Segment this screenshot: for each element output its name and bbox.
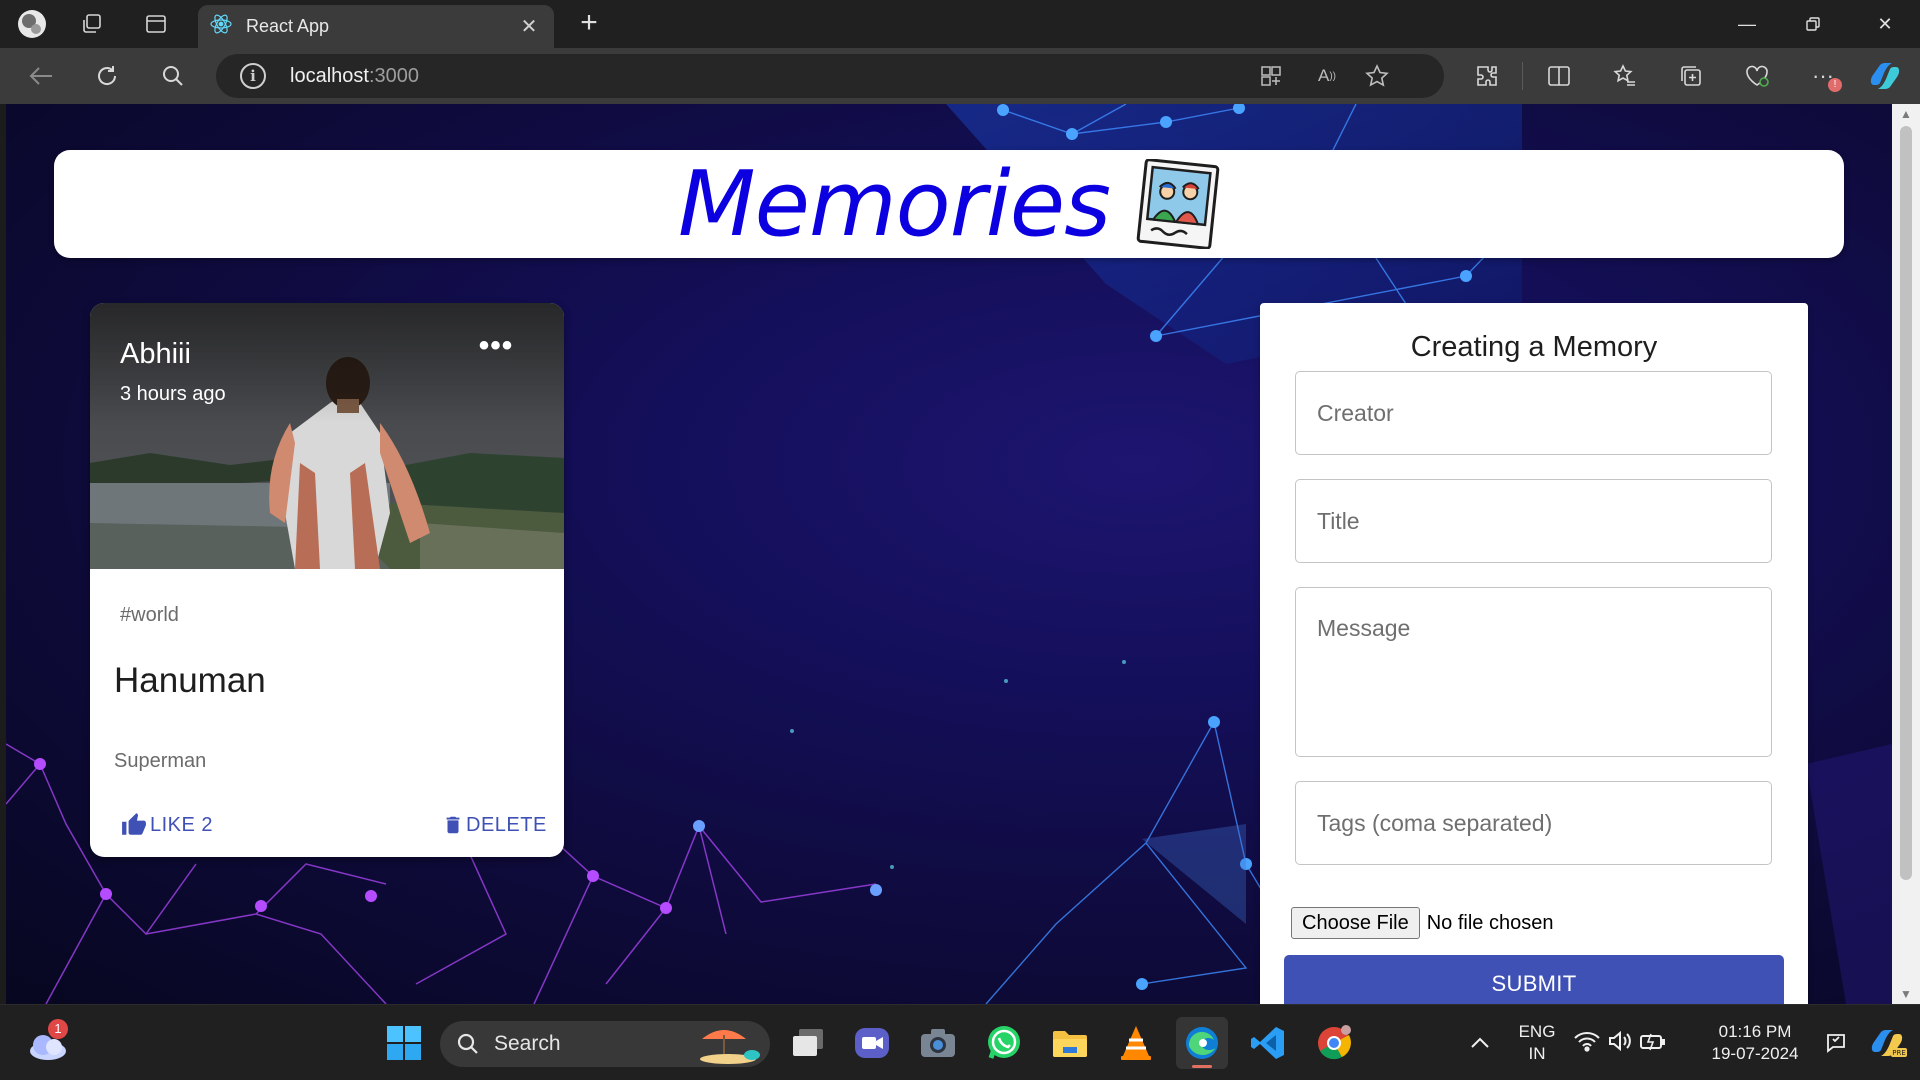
notification-icon[interactable] <box>1814 1017 1858 1069</box>
like-label: LIKE 2 <box>150 813 214 836</box>
split-screen-icon[interactable] <box>1540 58 1578 94</box>
search-label: Search <box>494 1032 561 1055</box>
search-highlight-icon <box>694 1025 764 1070</box>
language-indicator[interactable]: ENG IN <box>1512 1021 1562 1065</box>
favorites-icon[interactable] <box>1606 58 1644 94</box>
app-header: Memories <box>54 150 1844 258</box>
scroll-down-icon[interactable]: ▼ <box>1892 984 1920 1004</box>
url-host: localhost <box>290 64 369 87</box>
url-bar[interactable]: i localhost:3000 A)) <box>216 54 1444 98</box>
refresh-button[interactable] <box>88 58 126 94</box>
card-message: Superman <box>114 750 207 772</box>
show-hidden-icons-chevron[interactable] <box>1452 1017 1508 1069</box>
settings-more-icon[interactable]: ···! <box>1804 58 1842 94</box>
create-memory-form: Creating a Memory Choose File No file ch… <box>1260 303 1808 1004</box>
creator-field[interactable] <box>1295 371 1772 455</box>
url-port: :3000 <box>368 64 419 87</box>
camera-app-icon[interactable] <box>912 1017 964 1069</box>
site-info-icon[interactable]: i <box>240 63 266 89</box>
workspaces-icon[interactable] <box>76 8 108 40</box>
tab-title: React App <box>246 16 330 36</box>
choose-file-button[interactable]: Choose File <box>1291 907 1420 939</box>
close-window-button[interactable]: ✕ <box>1852 0 1918 48</box>
copilot-taskbar-icon[interactable]: PRE <box>1864 1017 1912 1069</box>
wifi-icon <box>1573 1030 1601 1057</box>
collections-icon[interactable] <box>1672 58 1710 94</box>
scrollbar-thumb[interactable] <box>1900 126 1912 880</box>
more-options-icon[interactable]: ••• <box>476 331 516 367</box>
delete-label: DELETE <box>466 813 547 836</box>
title-field[interactable] <box>1295 479 1772 563</box>
toolbar-divider <box>1522 62 1523 90</box>
new-tab-button[interactable]: + <box>572 8 606 40</box>
message-field[interactable] <box>1295 587 1772 757</box>
trash-icon <box>446 816 460 834</box>
card-title: Hanuman <box>114 661 266 700</box>
app-title: Memories <box>677 151 1111 257</box>
profile-avatar-icon[interactable] <box>16 8 48 40</box>
task-view-icon[interactable] <box>782 1017 834 1069</box>
active-app-indicator <box>1192 1065 1212 1068</box>
teams-meet-icon[interactable] <box>846 1017 898 1069</box>
chrome-icon[interactable] <box>1308 1017 1360 1069</box>
windows-taskbar: 1 Search ENG IN 01:16 PM 19-07-2024 PRE <box>0 1004 1920 1080</box>
weather-widget-icon[interactable]: 1 <box>22 1017 74 1069</box>
card-tags: #world <box>120 604 179 626</box>
clock-time: 01:16 PM <box>1718 1022 1792 1041</box>
file-status: No file chosen <box>1426 911 1554 934</box>
address-toolbar: i localhost:3000 A)) ···! <box>0 48 1920 104</box>
system-tray-icons[interactable] <box>1570 1017 1670 1069</box>
tags-field[interactable] <box>1295 781 1772 865</box>
app-available-icon[interactable] <box>1256 61 1286 91</box>
clock-date: 19-07-2024 <box>1711 1044 1799 1063</box>
copilot-icon[interactable] <box>1866 58 1904 94</box>
back-button[interactable] <box>22 58 60 94</box>
restore-button[interactable] <box>1780 0 1846 48</box>
language-line-1: ENG <box>1518 1022 1556 1041</box>
edge-browser-icon[interactable] <box>1176 1017 1228 1069</box>
vscode-icon[interactable] <box>1242 1017 1294 1069</box>
page-scrollbar[interactable]: ▲ ▼ <box>1892 104 1920 1004</box>
svg-text:PRE: PRE <box>1892 1049 1906 1057</box>
scroll-up-icon[interactable]: ▲ <box>1892 104 1920 124</box>
weather-badge: 1 <box>48 1019 68 1039</box>
extensions-icon[interactable] <box>1468 58 1506 94</box>
card-creator: Abhiii <box>120 338 191 370</box>
file-explorer-icon[interactable] <box>1044 1017 1096 1069</box>
favorite-star-icon[interactable] <box>1362 61 1392 91</box>
whatsapp-icon[interactable] <box>978 1017 1030 1069</box>
tab-actions-icon[interactable] <box>140 8 172 40</box>
title-input[interactable] <box>1296 480 1771 562</box>
volume-icon <box>1607 1030 1633 1057</box>
card-timestamp: 3 hours ago <box>120 383 226 405</box>
thumb-up-icon <box>122 813 146 835</box>
browser-essentials-icon[interactable] <box>1738 58 1776 94</box>
start-button-icon[interactable] <box>378 1017 430 1069</box>
delete-button[interactable]: DELETE <box>442 807 547 843</box>
submit-button[interactable]: SUBMIT <box>1284 955 1784 1004</box>
react-logo-icon <box>210 13 232 40</box>
form-heading: Creating a Memory <box>1410 331 1658 363</box>
search-icon[interactable] <box>154 58 192 94</box>
message-input[interactable] <box>1296 588 1771 756</box>
vlc-icon[interactable] <box>1110 1017 1162 1069</box>
tags-input[interactable] <box>1296 782 1771 864</box>
memory-card: Abhiii 3 hours ago ••• #world Hanuman Su… <box>90 303 564 857</box>
tab-close-icon[interactable]: ✕ <box>516 14 542 39</box>
minimize-button[interactable]: — <box>1714 0 1780 48</box>
clock[interactable]: 01:16 PM 19-07-2024 <box>1692 1021 1818 1065</box>
search-icon <box>457 1033 478 1054</box>
language-line-2: IN <box>1528 1044 1546 1063</box>
taskbar-search[interactable]: Search <box>440 1021 770 1067</box>
tab-react-app[interactable]: React App ✕ <box>198 5 554 48</box>
page-viewport: Memories Abhiii 3 hours ago ••• #world H… <box>6 104 1892 1004</box>
battery-icon <box>1639 1031 1667 1056</box>
memories-logo-icon <box>1136 158 1220 250</box>
browser-tab-bar: React App ✕ + — ✕ <box>0 0 1920 48</box>
read-aloud-icon[interactable]: A)) <box>1312 61 1342 91</box>
file-upload: Choose File No file chosen <box>1291 907 1553 939</box>
creator-input[interactable] <box>1296 372 1771 454</box>
like-button[interactable]: LIKE 2 <box>120 807 213 843</box>
